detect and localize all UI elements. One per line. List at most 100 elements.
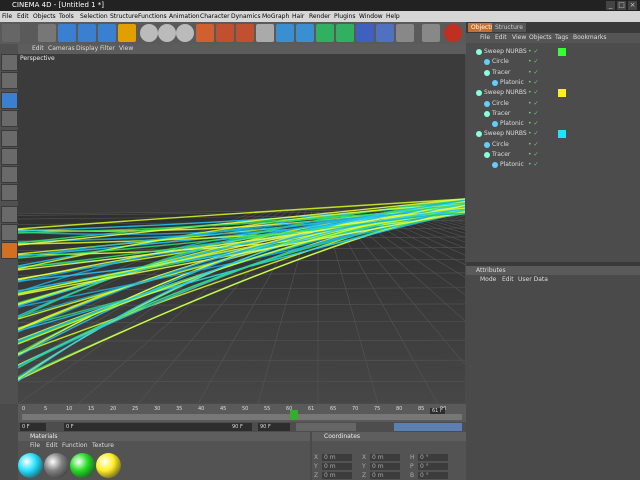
material-swatch-yellow[interactable] bbox=[96, 453, 121, 478]
cube-icon[interactable] bbox=[276, 24, 294, 42]
materials-menu-edit[interactable]: Edit bbox=[46, 441, 58, 450]
polygons-mode-icon[interactable] bbox=[1, 166, 18, 183]
y-axis-icon[interactable] bbox=[158, 24, 176, 42]
model-mode-icon[interactable] bbox=[1, 54, 18, 71]
menu-dynamics[interactable]: Dynamics bbox=[231, 11, 261, 22]
rotate-icon[interactable] bbox=[98, 24, 116, 42]
minimize-button[interactable]: _ bbox=[606, 1, 615, 10]
coord-system-icon[interactable] bbox=[196, 24, 214, 42]
object-row[interactable]: Circle • ✓ bbox=[466, 57, 640, 67]
menu-structure[interactable]: Structure bbox=[110, 11, 138, 22]
grid-icon[interactable] bbox=[1, 224, 18, 241]
current-frame-field[interactable]: 61 F bbox=[430, 408, 445, 414]
render-picture-icon[interactable] bbox=[236, 24, 254, 42]
timeline-playhead[interactable] bbox=[290, 410, 298, 420]
move-icon[interactable] bbox=[58, 24, 76, 42]
menu-render[interactable]: Render bbox=[309, 11, 330, 22]
deformer-icon[interactable] bbox=[376, 24, 394, 42]
material-swatch-gray[interactable] bbox=[44, 453, 69, 478]
object-row[interactable]: Tracer • ✓ bbox=[466, 68, 640, 78]
object-name[interactable]: Tracer bbox=[492, 109, 510, 119]
menu-selection[interactable]: Selection bbox=[80, 11, 108, 22]
object-name[interactable]: Circle bbox=[492, 57, 509, 67]
object-row[interactable]: Sweep NURBS • ✓ bbox=[466, 47, 640, 57]
object-row[interactable]: Platonic • ✓ bbox=[466, 78, 640, 88]
undo-icon[interactable] bbox=[2, 24, 20, 42]
material-tag-icon[interactable] bbox=[558, 89, 566, 98]
playback-controls[interactable] bbox=[296, 423, 356, 431]
light-icon[interactable] bbox=[444, 24, 462, 42]
menu-character[interactable]: Character bbox=[200, 11, 230, 22]
visibility-flags[interactable]: • ✓ bbox=[528, 57, 538, 67]
visibility-flags[interactable]: • ✓ bbox=[528, 78, 538, 88]
visibility-flags[interactable]: • ✓ bbox=[528, 47, 538, 57]
menu-animation[interactable]: Animation bbox=[169, 11, 200, 22]
objmenu-tags[interactable]: Tags bbox=[555, 33, 568, 43]
visibility-flags[interactable]: • ✓ bbox=[528, 68, 538, 78]
menu-plugins[interactable]: Plugins bbox=[334, 11, 356, 22]
object-row[interactable]: Tracer • ✓ bbox=[466, 150, 640, 160]
menu-edit[interactable]: Edit bbox=[17, 11, 29, 22]
scale-icon[interactable] bbox=[78, 24, 96, 42]
visibility-flags[interactable]: • ✓ bbox=[528, 119, 538, 129]
visibility-flags[interactable]: • ✓ bbox=[528, 99, 538, 109]
visibility-flags[interactable]: • ✓ bbox=[528, 160, 538, 170]
viewport-menu-filter[interactable]: Filter bbox=[100, 44, 115, 54]
viewport-menu-edit[interactable]: Edit bbox=[32, 44, 44, 54]
attrmenu-mode[interactable]: Mode bbox=[480, 275, 496, 285]
materials-menu-texture[interactable]: Texture bbox=[92, 441, 114, 450]
viewport-menu-view[interactable]: View bbox=[119, 44, 133, 54]
uv-mode-icon[interactable] bbox=[1, 184, 18, 201]
object-row[interactable]: Platonic • ✓ bbox=[466, 160, 640, 170]
visibility-flags[interactable]: • ✓ bbox=[528, 88, 538, 98]
attrmenu-user-data[interactable]: User Data bbox=[518, 275, 548, 285]
start-frame-field[interactable]: 0 F bbox=[20, 423, 46, 431]
checker-icon[interactable] bbox=[1, 206, 18, 223]
menu-functions[interactable]: Functions bbox=[138, 11, 167, 22]
visibility-flags[interactable]: • ✓ bbox=[528, 109, 538, 119]
move-cross-icon[interactable] bbox=[118, 24, 136, 42]
object-row[interactable]: Sweep NURBS • ✓ bbox=[466, 88, 640, 98]
object-name[interactable]: Circle bbox=[492, 99, 509, 109]
objmenu-objects[interactable]: Objects bbox=[529, 33, 552, 43]
render-settings-icon[interactable] bbox=[256, 24, 274, 42]
subdivision-icon[interactable] bbox=[316, 24, 334, 42]
viewport-menu-cameras[interactable]: Cameras bbox=[48, 44, 75, 54]
axis-mode-icon[interactable] bbox=[1, 110, 18, 127]
pen-icon[interactable] bbox=[296, 24, 314, 42]
x-axis-icon[interactable] bbox=[140, 24, 158, 42]
arrow-icon[interactable] bbox=[38, 24, 56, 42]
record-controls[interactable] bbox=[394, 423, 462, 431]
object-name[interactable]: Tracer bbox=[492, 68, 510, 78]
end-frame-field[interactable]: 90 F bbox=[230, 423, 252, 431]
particle-icon[interactable] bbox=[356, 24, 374, 42]
object-name[interactable]: Sweep NURBS bbox=[484, 88, 527, 98]
objmenu-bookmarks[interactable]: Bookmarks bbox=[573, 33, 607, 43]
material-swatch-green[interactable] bbox=[70, 453, 95, 478]
close-button[interactable]: × bbox=[628, 1, 637, 10]
material-tag-icon[interactable] bbox=[558, 130, 566, 139]
object-name[interactable]: Platonic bbox=[500, 119, 524, 129]
preview-range-slider[interactable]: 0 F bbox=[64, 423, 246, 431]
menu-mograph[interactable]: MoGraph bbox=[262, 11, 289, 22]
timeline-track[interactable] bbox=[22, 414, 462, 420]
object-row[interactable]: Sweep NURBS • ✓ bbox=[466, 129, 640, 139]
attrmenu-edit[interactable]: Edit bbox=[502, 275, 514, 285]
object-name[interactable]: Tracer bbox=[492, 150, 510, 160]
visibility-flags[interactable]: • ✓ bbox=[528, 140, 538, 150]
maximize-button[interactable]: □ bbox=[617, 1, 626, 10]
objmenu-file[interactable]: File bbox=[480, 33, 490, 43]
object-row[interactable]: Platonic • ✓ bbox=[466, 119, 640, 129]
object-name[interactable]: Sweep NURBS bbox=[484, 129, 527, 139]
edges-mode-icon[interactable] bbox=[1, 148, 18, 165]
objmenu-view[interactable]: View bbox=[512, 33, 526, 43]
menu-hair[interactable]: Hair bbox=[292, 11, 304, 22]
texture-mode-icon[interactable] bbox=[1, 92, 18, 109]
viewport-menu-display[interactable]: Display bbox=[76, 44, 98, 54]
objmenu-edit[interactable]: Edit bbox=[495, 33, 507, 43]
visibility-flags[interactable]: • ✓ bbox=[528, 150, 538, 160]
perspective-viewport[interactable]: Perspective bbox=[18, 54, 465, 404]
object-name[interactable]: Circle bbox=[492, 140, 509, 150]
object-name[interactable]: Platonic bbox=[500, 78, 524, 88]
scene-icon[interactable] bbox=[396, 24, 414, 42]
